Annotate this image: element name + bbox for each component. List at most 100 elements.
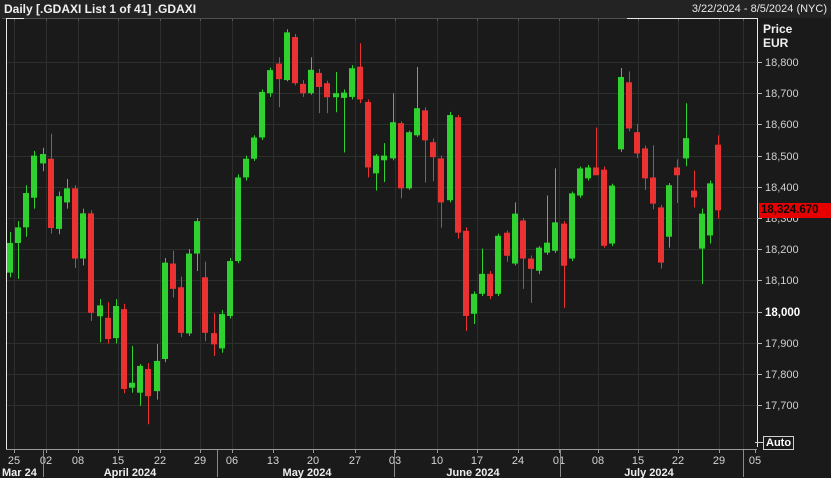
candle [430, 142, 436, 158]
candle [129, 382, 135, 388]
candle [715, 144, 721, 211]
x-axis-tick-label: 05 [749, 455, 761, 467]
auto-tick [755, 442, 763, 443]
x-axis-tick-label: 02 [40, 455, 52, 467]
candle [552, 222, 558, 251]
x-axis-tick-label: 01 [553, 455, 565, 467]
x-axis-tick-label: 24 [512, 455, 524, 467]
candle [219, 314, 225, 349]
candle [544, 242, 550, 253]
y-axis-price-label: 18,200 [765, 244, 799, 256]
candle [618, 76, 624, 150]
candle [154, 360, 160, 392]
candle [267, 70, 273, 94]
x-axis-tick-label: 29 [713, 455, 725, 467]
candle [398, 123, 404, 189]
candle-wick [694, 170, 695, 208]
x-axis-tick-label: 27 [349, 455, 361, 467]
candle [455, 117, 461, 233]
candle-wick [336, 71, 337, 113]
candle [577, 168, 583, 196]
month-label: June 2024 [446, 467, 500, 478]
candle [235, 177, 241, 262]
candle [479, 273, 485, 294]
y-axis-price-label: 17,700 [765, 400, 799, 412]
candle-wick [384, 143, 385, 183]
candle [23, 193, 29, 228]
x-axis-tick-label: 15 [112, 455, 124, 467]
price-axis-title-currency: EUR [763, 36, 789, 50]
candle [650, 177, 656, 204]
chart-window: Daily [.GDAXI List 1 of 41] .GDAXI 3/22/… [0, 0, 831, 478]
candle [349, 68, 355, 97]
price-axis-title: Price EUR [763, 22, 792, 50]
candle [406, 132, 412, 189]
month-label: April 2024 [104, 467, 157, 478]
x-axis-tick-label: 22 [672, 455, 684, 467]
month-label: July 2024 [624, 467, 674, 478]
x-axis-tick-label: 25 [8, 455, 20, 467]
x-axis-tick-label: 29 [194, 455, 206, 467]
candle [341, 92, 347, 98]
candle [324, 83, 330, 98]
candle [259, 91, 265, 138]
candle [642, 148, 648, 179]
candle [666, 185, 672, 237]
x-axis-tick-label: 17 [471, 455, 483, 467]
candle [601, 169, 607, 246]
candle [414, 108, 420, 136]
candle [569, 193, 575, 259]
candle [683, 138, 689, 159]
candle [40, 154, 46, 164]
candle [390, 122, 396, 159]
candle [88, 213, 94, 313]
month-label: Mar 24 [2, 467, 38, 478]
candle [178, 287, 184, 333]
candle [121, 309, 127, 389]
candle [707, 183, 713, 236]
y-axis-price-label: 18,700 [765, 88, 799, 100]
x-axis-tick-label: 20 [307, 455, 319, 467]
x-axis-tick-label: 10 [431, 455, 443, 467]
last-price-tag: 18,324.670 [759, 203, 831, 218]
y-axis-price-label: 18,000 [765, 307, 800, 319]
x-axis-tick-label: 06 [226, 455, 238, 467]
y-axis-price-label: 18,600 [765, 119, 799, 131]
candle [284, 32, 290, 81]
x-axis-tick-label: 08 [72, 455, 84, 467]
candle [699, 213, 705, 249]
candle [333, 93, 339, 98]
candle [609, 185, 615, 244]
candle [658, 207, 664, 263]
candle [227, 261, 233, 316]
candle [72, 188, 78, 259]
candle [561, 223, 567, 266]
candle [512, 213, 518, 264]
candle [674, 167, 680, 176]
candle [202, 277, 208, 333]
candle [64, 188, 70, 203]
candle [137, 365, 143, 393]
candle [186, 253, 192, 334]
candle [56, 196, 62, 229]
candle [243, 158, 249, 178]
candle-wick [596, 127, 597, 173]
candle [585, 167, 591, 179]
candle [170, 263, 176, 289]
auto-scale-button[interactable]: Auto [763, 436, 795, 450]
candle [292, 37, 298, 84]
candle [113, 305, 119, 339]
candle-wick [677, 159, 678, 204]
candle [504, 232, 510, 256]
y-axis-price-label: 17,800 [765, 369, 799, 381]
candle [487, 273, 493, 296]
candle [80, 213, 86, 259]
candle [691, 190, 697, 198]
candle [276, 63, 282, 80]
candle [31, 155, 37, 198]
candle [48, 158, 54, 228]
candle [593, 167, 599, 176]
y-axis-price-label: 17,900 [765, 338, 799, 350]
y-axis-price-label: 18,400 [765, 182, 799, 194]
candle [447, 115, 453, 201]
